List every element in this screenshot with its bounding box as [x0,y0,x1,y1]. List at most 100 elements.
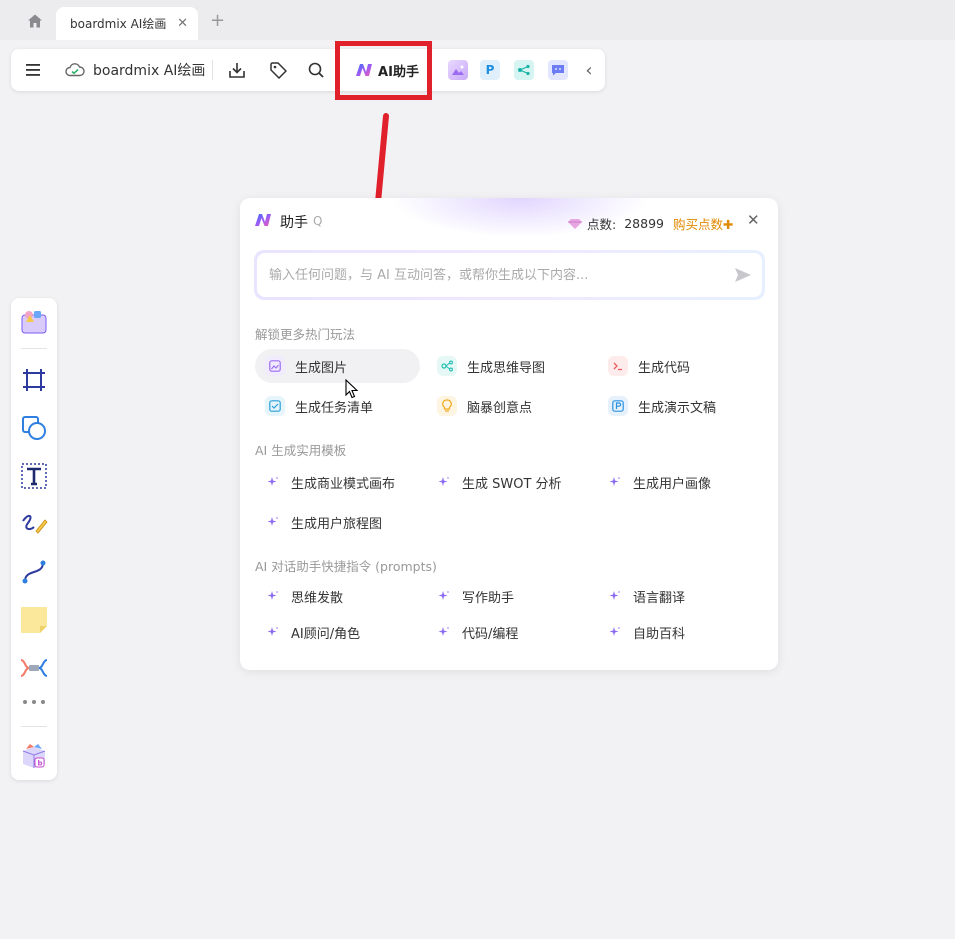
prompt-input-wrapper [254,250,765,300]
tab-title: boardmix AI绘画 [70,17,167,31]
search-icon[interactable] [304,49,328,91]
document-tab[interactable]: boardmix AI绘画 ✕ [56,7,198,40]
feature-generate-image[interactable]: 生成图片 [255,349,420,383]
new-tab-button[interactable]: + [210,10,225,31]
send-icon[interactable] [734,266,752,284]
image-generator-icon[interactable] [447,49,469,91]
frame-icon[interactable] [18,364,50,396]
points-value: 28899 [624,216,664,231]
plugin-box-icon[interactable]: b [18,740,50,772]
sticky-note-icon[interactable] [18,604,50,636]
points-label: 点数: [587,217,617,232]
template-user-journey[interactable]: 生成用户旅程图 [265,509,382,535]
chat-icon[interactable] [547,49,569,91]
panel-header: 助手 Q 点数: 28899 购买点数✚ ✕ [240,198,778,244]
download-icon[interactable] [225,49,249,91]
feature-label: 生成思维导图 [467,360,546,376]
checklist-icon [265,396,285,416]
prompt-writing-assistant[interactable]: 写作助手 [436,583,514,609]
prompt-label: 自助百科 [633,626,686,642]
mouse-cursor-icon [345,379,359,399]
template-business-model-canvas[interactable]: 生成商业模式画布 [265,469,395,495]
toolbar-divider [212,60,213,80]
mindmap-icon[interactable] [513,49,535,91]
sparkle-icon [436,474,452,490]
code-icon [608,356,628,376]
tag-icon[interactable] [266,49,290,91]
home-icon[interactable] [22,10,48,32]
mindmap-icon [437,356,457,376]
sparkle-icon [265,624,281,640]
section-templates-label: AI 生成实用模板 [255,443,347,458]
prompt-translation[interactable]: 语言翻译 [607,583,685,609]
lightbulb-icon [437,396,457,416]
annotation-highlight-box [335,41,432,100]
buy-points-link[interactable]: 购买点数✚ [673,214,733,233]
sparkle-icon [436,624,452,640]
templates-icon[interactable] [18,306,50,338]
prompt-input[interactable] [269,267,734,283]
presentation-icon [608,396,628,416]
left-toolbar: b [11,298,57,780]
feature-generate-mindmap[interactable]: 生成思维导图 [427,349,592,383]
section-features-label: 解锁更多热门玩法 [255,327,356,342]
prompt-coding[interactable]: 代码/编程 [436,619,518,645]
tab-close-icon[interactable]: ✕ [177,16,188,31]
pen-icon[interactable] [18,508,50,540]
feature-label: 脑暴创意点 [467,400,533,416]
prompt-encyclopedia[interactable]: 自助百科 [607,619,685,645]
panel-title: 助手 [280,215,308,231]
template-user-persona[interactable]: 生成用户画像 [607,469,711,495]
svg-text:b: b [38,760,43,768]
feature-label: 生成任务清单 [295,400,374,416]
menu-icon[interactable] [21,49,45,91]
panel-close-icon[interactable]: ✕ [747,211,760,229]
prompt-label: AI顾问/角色 [291,626,361,642]
template-label: 生成商业模式画布 [291,476,396,492]
points-display: 点数: 28899 [567,214,664,233]
presentation-p-icon[interactable]: P [479,49,501,91]
prompt-label: 语言翻译 [633,590,686,606]
prompt-label: 写作助手 [462,590,515,606]
template-label: 生成用户旅程图 [291,516,383,532]
more-tools-icon[interactable] [18,692,50,712]
prompt-divergent-thinking[interactable]: 思维发散 [265,583,343,609]
prompt-label: 思维发散 [291,590,344,606]
shape-icon[interactable] [18,412,50,444]
feature-generate-checklist[interactable]: 生成任务清单 [255,389,420,423]
prompt-ai-advisor[interactable]: AI顾问/角色 [265,619,360,645]
left-toolbar-divider [21,726,47,727]
doc-title[interactable]: boardmix AI绘画 [93,49,205,91]
collapse-chevron-icon[interactable]: ‹ [581,49,597,91]
panel-title-suffix: Q [313,214,323,228]
template-label: 生成 SWOT 分析 [462,476,562,492]
sparkle-icon [265,588,281,604]
feature-label: 生成代码 [638,360,691,376]
ai-logo-icon [255,214,271,226]
sparkle-icon [607,588,623,604]
mindmap-tool-icon[interactable] [18,652,50,684]
feature-label: 生成演示文稿 [638,400,717,416]
browser-tab-bar: boardmix AI绘画 ✕ + [0,0,955,40]
sparkle-icon [265,474,281,490]
feature-brainstorm[interactable]: 脑暴创意点 [427,389,592,423]
top-toolbar: boardmix AI绘画 AI助手 P ‹ [11,49,605,91]
image-icon [265,356,285,376]
ai-assistant-panel: 助手 Q 点数: 28899 购买点数✚ ✕ 解锁更多热门玩法 生成图片 生成思… [240,198,778,670]
feature-generate-code[interactable]: 生成代码 [598,349,763,383]
feature-label: 生成图片 [295,360,348,376]
sparkle-icon [607,624,623,640]
prompt-label: 代码/编程 [462,626,519,642]
sparkle-icon [607,474,623,490]
section-prompts-label: AI 对话助手快捷指令 (prompts) [255,559,437,574]
sparkle-icon [265,514,281,530]
feature-generate-presentation[interactable]: 生成演示文稿 [598,389,763,423]
connector-line-icon[interactable] [18,556,50,588]
text-tool-icon[interactable] [18,460,50,492]
sparkle-icon [436,588,452,604]
cloud-sync-icon [63,49,87,91]
template-label: 生成用户画像 [633,476,712,492]
gem-icon [568,218,582,229]
template-swot[interactable]: 生成 SWOT 分析 [436,469,562,495]
left-toolbar-divider [21,348,47,349]
